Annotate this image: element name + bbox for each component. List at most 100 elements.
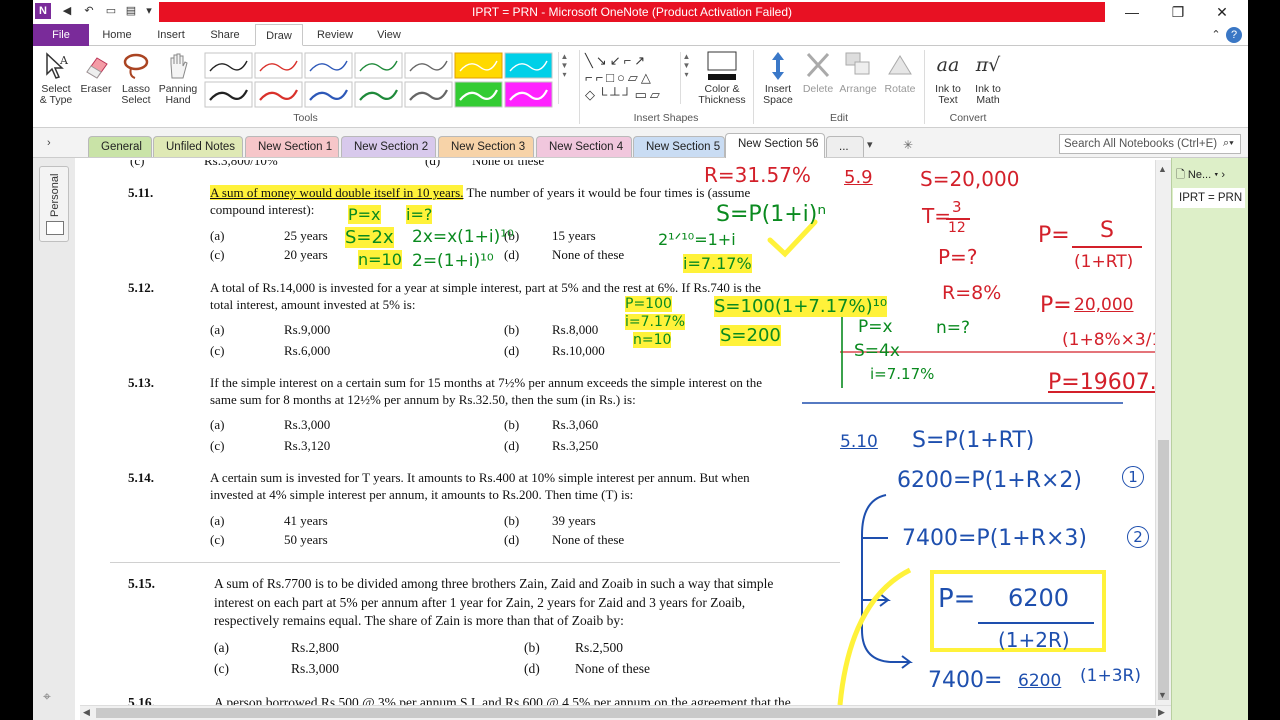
- delete-icon: [806, 52, 830, 78]
- section-tab-new-section-2[interactable]: New Section 2: [341, 136, 436, 157]
- tool-label: Thickness: [698, 94, 746, 106]
- restore-button[interactable]: ❐: [1158, 2, 1198, 22]
- lasso-select-button[interactable]: Lasso Select: [115, 50, 157, 112]
- pen-swatch[interactable]: [454, 52, 503, 79]
- arrange-icon: [845, 52, 870, 75]
- group-separator: [579, 50, 580, 124]
- section-tab-new-section-56[interactable]: New Section 56: [725, 133, 825, 158]
- arrange-button[interactable]: Arrange: [837, 50, 879, 112]
- horizontal-scrollbar[interactable]: ◀ ▶: [80, 705, 1171, 720]
- scrollbar-thumb[interactable]: [96, 708, 1156, 718]
- pen-swatch[interactable]: [254, 81, 303, 108]
- notebook-pane: Personal ⌖: [33, 158, 75, 720]
- scroll-right-icon[interactable]: ▶: [1158, 707, 1165, 718]
- ink-note: P=100: [625, 296, 672, 312]
- tool-label: Rotate: [884, 83, 916, 95]
- section-tab-new-section-1[interactable]: New Section 1: [245, 136, 339, 157]
- tool-label: Select: [121, 94, 151, 106]
- panning-hand-button[interactable]: Panning Hand: [157, 50, 199, 112]
- pen-swatch[interactable]: [504, 81, 553, 108]
- fraction-bar: [978, 622, 1094, 624]
- color-thickness-button[interactable]: Color & Thickness: [697, 50, 747, 112]
- section-tab-more[interactable]: ...: [826, 136, 864, 157]
- pen-swatch[interactable]: [404, 52, 453, 79]
- pen-swatch[interactable]: [204, 81, 253, 108]
- group-separator: [924, 50, 925, 124]
- scroll-up-icon[interactable]: ▲: [1158, 164, 1167, 174]
- ink-note: P=: [938, 584, 976, 614]
- ink-note: R=8%: [942, 282, 1002, 304]
- dock-icon[interactable]: ▭: [103, 3, 119, 19]
- new-page-button[interactable]: 🗋 Ne... ▾ ›: [1176, 166, 1225, 185]
- ribbon-draw: A Select & Type Eraser Lasso Select Pann…: [33, 46, 1248, 128]
- select-type-button[interactable]: A Select & Type: [35, 50, 77, 112]
- delete-button[interactable]: Delete: [797, 50, 839, 112]
- ink-note: S=4x: [854, 341, 900, 361]
- ink-to-text-icon: aa: [936, 54, 960, 76]
- notebook-personal[interactable]: Personal: [39, 166, 69, 242]
- search-icon[interactable]: ⌕▾: [1223, 137, 1234, 150]
- back-icon[interactable]: ◀: [59, 3, 75, 19]
- undo-icon[interactable]: ↶: [81, 3, 97, 19]
- section-tab-general[interactable]: General: [88, 136, 152, 157]
- ink-to-math-button[interactable]: π√ Ink to Math: [967, 50, 1009, 112]
- ink-to-text-button[interactable]: aa Ink to Text: [927, 50, 969, 112]
- section-tab-bar: › General Unfiled Notes New Section 1 Ne…: [33, 128, 1248, 158]
- shapes-gallery[interactable]: ╲↘↙⌐↗ ⌐⌐□○▱△ ◇└┴┘▭▱: [585, 52, 693, 108]
- section-tab-unfiled-notes[interactable]: Unfiled Notes: [153, 136, 243, 157]
- ink-note: 3: [952, 198, 962, 216]
- new-page-label: Ne...: [1187, 169, 1212, 181]
- pen-swatch[interactable]: [354, 52, 403, 79]
- eraser-button[interactable]: Eraser: [75, 50, 117, 112]
- pen-swatch[interactable]: [304, 81, 353, 108]
- rotate-button[interactable]: Rotate: [879, 50, 921, 112]
- pen-gallery-scroll[interactable]: ▲ ▼ ▾: [558, 52, 570, 104]
- help-icon[interactable]: ?: [1226, 27, 1242, 43]
- page-canvas[interactable]: (c) Rs.3,800/10% (d) None of these 5.11.…: [80, 160, 1155, 705]
- tab-share[interactable]: Share: [205, 24, 245, 46]
- ink-note: S=2x: [345, 227, 394, 248]
- customize-qat-icon[interactable]: ▾: [141, 3, 157, 19]
- vertical-scrollbar[interactable]: ▲ ▼: [1155, 160, 1171, 705]
- ink-note: i=?: [406, 205, 433, 224]
- expand-navigation-icon[interactable]: ›: [47, 137, 51, 149]
- tab-draw[interactable]: Draw: [255, 24, 303, 46]
- tag-icon[interactable]: ⌖: [43, 688, 51, 705]
- tab-insert[interactable]: Insert: [151, 24, 191, 46]
- pen-swatch[interactable]: [404, 81, 453, 108]
- insert-space-button[interactable]: Insert Space: [757, 50, 799, 112]
- section-tab-new-section-4[interactable]: New Section 4: [536, 136, 632, 157]
- notebook-icon: [46, 221, 64, 235]
- pen-swatch[interactable]: [204, 52, 253, 79]
- pen-swatch[interactable]: [504, 52, 553, 79]
- shapes-gallery-scroll[interactable]: ▲ ▼ ▾: [680, 52, 692, 104]
- highlight-swoosh: [837, 567, 912, 705]
- scroll-down-icon[interactable]: ▼: [1158, 690, 1167, 700]
- new-page-icon: 🗋: [1176, 169, 1185, 181]
- tool-label: Math: [976, 94, 1000, 106]
- section-overflow-icon[interactable]: ▾: [867, 138, 873, 151]
- search-input[interactable]: Search All Notebooks (Ctrl+E): [1059, 134, 1241, 154]
- pen-swatch[interactable]: [254, 52, 303, 79]
- pen-swatch[interactable]: [354, 81, 403, 108]
- tab-review[interactable]: Review: [313, 24, 357, 46]
- page-item-current[interactable]: IPRT = PRN: [1173, 188, 1245, 208]
- pen-swatches: [204, 52, 553, 108]
- close-button[interactable]: ✕: [1202, 2, 1242, 22]
- minimize-button[interactable]: —: [1112, 2, 1152, 22]
- collapse-ribbon-icon[interactable]: ⌃: [1208, 24, 1224, 46]
- tab-home[interactable]: Home: [97, 24, 137, 46]
- tab-file[interactable]: File: [33, 24, 89, 46]
- section-tab-new-section-5[interactable]: New Section 5: [633, 136, 725, 157]
- section-tab-new-section-3[interactable]: New Section 3: [438, 136, 534, 157]
- pen-swatch[interactable]: [454, 81, 503, 108]
- scrollbar-thumb[interactable]: [1158, 440, 1169, 700]
- scroll-left-icon[interactable]: ◀: [83, 707, 90, 718]
- ink-note: 5.10: [840, 432, 878, 452]
- pen-swatch[interactable]: [304, 52, 353, 79]
- ink-note: 7400=P(1+R×3): [902, 526, 1088, 551]
- full-page-icon[interactable]: ▤: [123, 3, 139, 19]
- tab-view[interactable]: View: [369, 24, 409, 46]
- hand-icon: [170, 53, 188, 79]
- new-section-icon[interactable]: ✳: [903, 138, 913, 152]
